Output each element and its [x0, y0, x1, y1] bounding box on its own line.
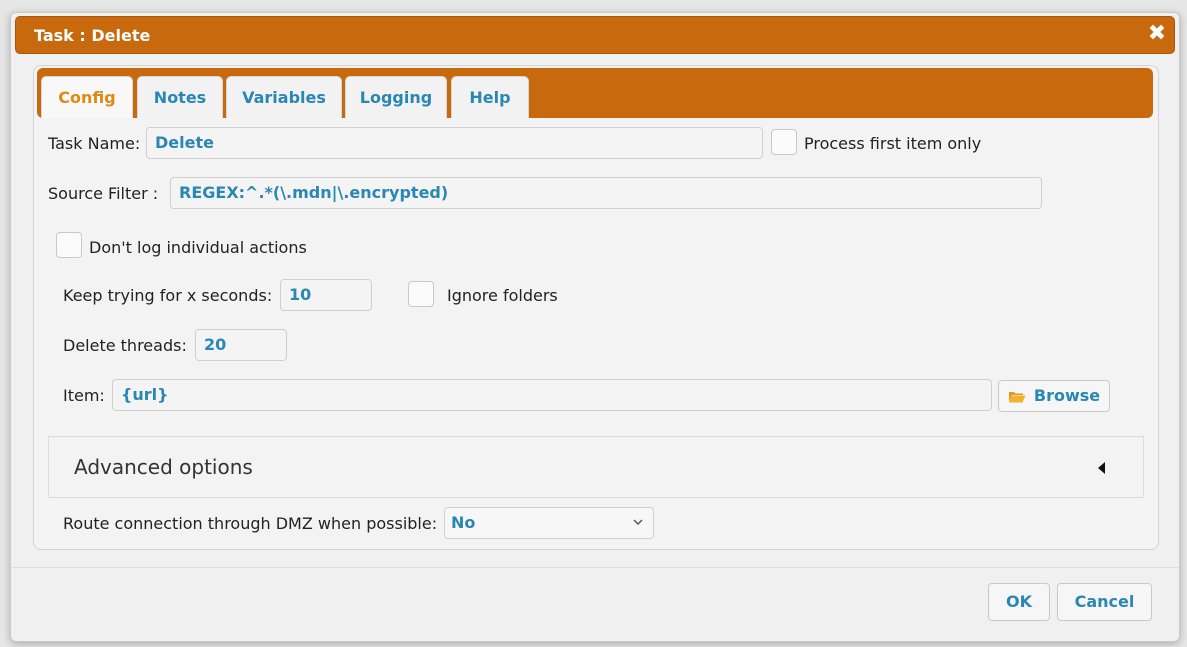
browse-label: Browse	[1033, 386, 1101, 405]
browse-button[interactable]: Browse	[998, 380, 1110, 412]
item-label: Item:	[63, 386, 105, 405]
task-name-label: Task Name:	[48, 134, 141, 153]
caret-left-icon	[1098, 462, 1105, 474]
cancel-button[interactable]: Cancel	[1057, 583, 1152, 621]
close-icon[interactable]: ✖	[1146, 23, 1168, 45]
dont-log-checkbox[interactable]	[56, 232, 82, 258]
source-filter-input[interactable]: REGEX:^.*(\.mdn|\.encrypted)	[170, 177, 1042, 209]
chevron-down-icon	[633, 519, 643, 526]
route-dmz-label: Route connection through DMZ when possib…	[63, 514, 438, 533]
tab-variables[interactable]: Variables	[226, 76, 342, 118]
keep-trying-label: Keep trying for x seconds:	[63, 286, 273, 305]
source-filter-label: Source Filter :	[48, 184, 159, 203]
task-name-input[interactable]: Delete	[146, 127, 763, 159]
route-dmz-value: No	[451, 513, 476, 532]
tab-notes[interactable]: Notes	[137, 76, 223, 118]
tab-logging[interactable]: Logging	[345, 76, 447, 118]
dont-log-label: Don't log individual actions	[89, 238, 307, 257]
delete-threads-input[interactable]: 20	[195, 329, 287, 361]
dialog-titlebar[interactable]: Task : Delete ✖	[15, 16, 1175, 54]
footer-separator	[11, 567, 1179, 568]
dialog-title: Task : Delete	[34, 26, 151, 45]
tab-config[interactable]: Config	[41, 76, 133, 118]
ok-button[interactable]: OK	[988, 583, 1050, 621]
ignore-folders-label: Ignore folders	[447, 286, 558, 305]
item-input[interactable]: {url}	[112, 379, 992, 411]
advanced-options-label: Advanced options	[74, 455, 253, 479]
advanced-options-header[interactable]: Advanced options	[48, 436, 1144, 498]
process-first-label: Process first item only	[804, 134, 982, 153]
delete-threads-label: Delete threads:	[63, 336, 187, 355]
config-panel: Config Notes Variables Logging Help Task…	[33, 65, 1159, 550]
process-first-checkbox[interactable]	[771, 129, 797, 155]
tab-help[interactable]: Help	[451, 76, 529, 118]
tab-bar: Config Notes Variables Logging Help	[37, 68, 1153, 118]
folder-open-icon	[1008, 392, 1026, 403]
keep-trying-input[interactable]: 10	[280, 279, 372, 311]
task-dialog: Task : Delete ✖ Config Notes Variables L…	[10, 12, 1180, 642]
ignore-folders-checkbox[interactable]	[408, 281, 434, 307]
route-dmz-select[interactable]: No	[444, 507, 654, 539]
